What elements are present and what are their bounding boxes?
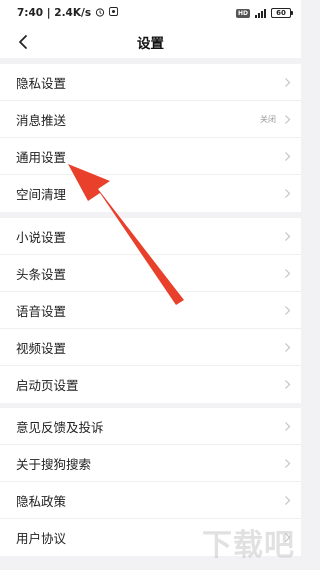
- chevron-right-icon: [284, 304, 292, 316]
- setting-row-headline-settings[interactable]: 头条设置: [0, 255, 301, 292]
- chevron-right-icon: [284, 76, 292, 88]
- setting-label: 空间清理: [16, 187, 67, 202]
- setting-label: 隐私政策: [16, 493, 67, 509]
- setting-row-storage-cleanup[interactable]: 空间清理: [0, 175, 301, 212]
- status-bar: 7:40 | 2.4K/s HD 60: [0, 0, 301, 26]
- chevron-right-icon: [284, 150, 292, 162]
- watermark-logo: 下载吧: [202, 528, 295, 563]
- settings-group-general: 隐私设置 消息推送 关闭 通用设置 空间清理: [0, 64, 301, 212]
- setting-row-push-notifications[interactable]: 消息推送 关闭: [0, 101, 301, 138]
- status-right: HD 60: [235, 8, 293, 18]
- chevron-right-icon: [284, 113, 292, 125]
- hd-badge: HD: [235, 8, 250, 18]
- setting-label: 启动页设置: [16, 378, 79, 393]
- chevron-right-icon: [284, 457, 292, 469]
- setting-label: 语音设置: [16, 303, 67, 319]
- setting-row-about-sogou[interactable]: 关于搜狗搜索: [0, 445, 301, 482]
- setting-row-video-settings[interactable]: 视频设置: [0, 329, 301, 366]
- setting-row-voice-settings[interactable]: 语音设置: [0, 292, 301, 329]
- nav-bar: 设置: [0, 26, 301, 58]
- setting-label: 视频设置: [16, 340, 67, 356]
- settings-group-content: 小说设置 头条设置 语音设置 视频设置 启动页设置: [0, 218, 301, 403]
- setting-value: 关闭: [260, 114, 276, 124]
- setting-label: 头条设置: [16, 266, 67, 282]
- setting-label: 消息推送: [16, 112, 67, 128]
- battery-level: 60: [276, 9, 286, 17]
- setting-label: 小说设置: [16, 229, 67, 245]
- setting-row-novel-settings[interactable]: 小说设置: [0, 218, 301, 255]
- setting-row-general-settings[interactable]: 通用设置: [0, 138, 301, 175]
- chevron-left-icon: [19, 35, 27, 49]
- setting-row-privacy-policy[interactable]: 隐私政策: [0, 482, 301, 519]
- setting-label: 意见反馈及投诉: [16, 419, 104, 435]
- page-title: 设置: [137, 36, 164, 52]
- chevron-right-icon: [284, 341, 292, 353]
- setting-label: 隐私设置: [16, 75, 67, 91]
- status-left: 7:40 | 2.4K/s: [17, 7, 119, 20]
- signal-icon: [255, 8, 266, 18]
- setting-row-launch-page-settings[interactable]: 启动页设置: [0, 366, 301, 403]
- alarm-icon: [95, 7, 105, 20]
- chevron-right-icon: [284, 230, 292, 242]
- notification-icon: [109, 7, 119, 19]
- battery-icon: 60: [271, 8, 293, 18]
- setting-label: 关于搜狗搜索: [16, 456, 92, 472]
- setting-label: 通用设置: [16, 149, 67, 165]
- chevron-right-icon: [284, 420, 292, 432]
- chevron-right-icon: [284, 267, 292, 279]
- back-button[interactable]: [10, 28, 36, 56]
- status-time-speed: 7:40 | 2.4K/s: [17, 7, 92, 19]
- setting-row-feedback[interactable]: 意见反馈及投诉: [0, 408, 301, 445]
- chevron-right-icon: [284, 188, 292, 200]
- chevron-right-icon: [284, 379, 292, 391]
- setting-row-privacy-settings[interactable]: 隐私设置: [0, 64, 301, 101]
- chevron-right-icon: [284, 494, 292, 506]
